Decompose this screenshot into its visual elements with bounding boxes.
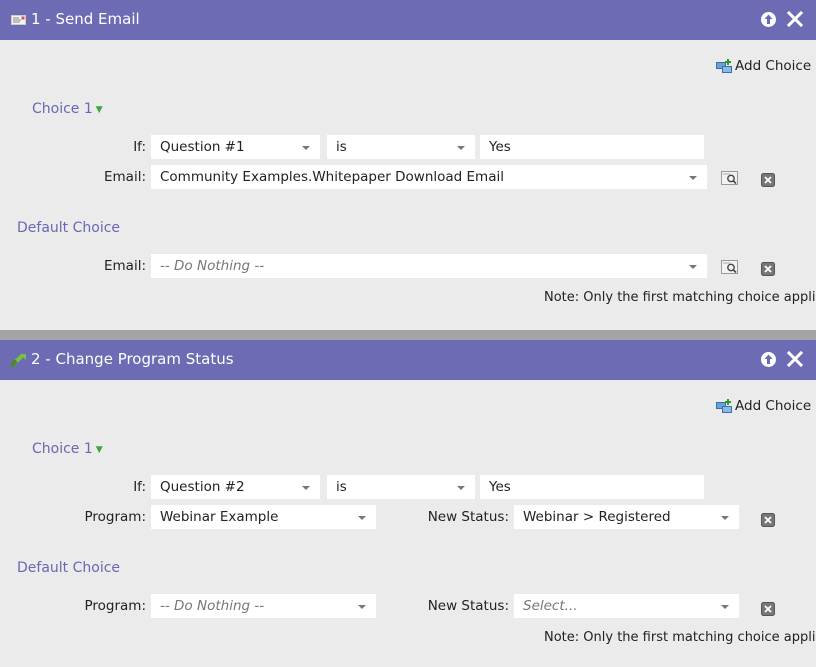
add-choice-button[interactable]: Add Choice [716,58,811,74]
step-title: 1 - Send Email [31,10,140,28]
email-icon [11,15,26,25]
condition-field-value: Question #2 [160,479,245,495]
add-choice-button[interactable]: Add Choice [716,398,811,414]
new-status-label: New Status: [427,598,509,614]
program-select[interactable]: Webinar Example [151,505,376,529]
default-new-status-select[interactable]: Select... [514,594,739,618]
email-value: Community Examples.Whitepaper Download E… [160,169,504,185]
chevron-down-icon [302,146,310,150]
choice-label: Choice 1 [32,101,93,117]
new-status-label: New Status: [427,509,509,525]
choice-label: Choice 1 [32,441,93,457]
default-program-select[interactable]: -- Do Nothing -- [151,594,376,618]
choice-1-toggle[interactable]: Choice 1 ▼ [32,101,103,117]
condition-value-input[interactable]: Yes [480,135,704,159]
arrow-up-icon[interactable] [760,11,777,28]
step-divider [0,330,816,340]
delete-icon[interactable] [761,513,775,527]
triangle-down-icon: ▼ [95,445,103,455]
operator-value: is [336,479,347,495]
default-email-value: -- Do Nothing -- [160,258,265,274]
chevron-down-icon [302,486,310,490]
delete-icon[interactable] [761,262,775,276]
chevron-down-icon [457,486,465,490]
add-choice-label: Add Choice [735,58,812,74]
default-choice-label: Default Choice [17,560,121,576]
first-match-note: Note: Only the first matching choice app… [544,630,816,645]
default-choice-label: Default Choice [17,220,121,236]
program-value: Webinar Example [160,509,279,525]
delete-icon[interactable] [761,602,775,616]
preview-icon[interactable] [721,260,739,275]
preview-icon[interactable] [721,171,739,186]
choice-1-toggle[interactable]: Choice 1 ▼ [32,441,103,457]
delete-icon[interactable] [761,173,775,187]
triangle-down-icon: ▼ [95,105,103,115]
if-label: If: [133,139,146,155]
arrow-up-icon[interactable] [760,351,777,368]
if-label: If: [133,479,146,495]
operator-select[interactable]: is [327,475,475,499]
default-new-status-value: Select... [523,598,578,614]
email-label: Email: [103,258,146,274]
chevron-down-icon [457,146,465,150]
program-status-icon [11,354,26,367]
chevron-down-icon [358,516,366,520]
chevron-down-icon [721,516,729,520]
add-choice-label: Add Choice [735,398,812,414]
first-match-note: Note: Only the first matching choice app… [544,290,816,305]
condition-field-select[interactable]: Question #1 [151,135,320,159]
condition-value-input[interactable]: Yes [480,475,704,499]
chevron-down-icon [689,176,697,180]
add-choice-icon [716,399,732,413]
default-program-value: -- Do Nothing -- [160,598,265,614]
condition-field-value: Question #1 [160,139,245,155]
close-icon[interactable] [787,351,803,367]
chevron-down-icon [721,605,729,609]
operator-value: is [336,139,347,155]
email-label: Email: [103,169,146,185]
email-select[interactable]: Community Examples.Whitepaper Download E… [151,165,707,189]
condition-field-select[interactable]: Question #2 [151,475,320,499]
chevron-down-icon [358,605,366,609]
close-icon[interactable] [787,11,803,27]
operator-select[interactable]: is [327,135,475,159]
step-1-header: 1 - Send Email [0,0,816,40]
program-label: Program: [84,509,146,525]
add-choice-icon [716,59,732,73]
step-title: 2 - Change Program Status [31,350,234,368]
chevron-down-icon [689,265,697,269]
default-email-select[interactable]: -- Do Nothing -- [151,254,707,278]
new-status-select[interactable]: Webinar > Registered [514,505,739,529]
new-status-value: Webinar > Registered [523,509,671,525]
step-2-header: 2 - Change Program Status [0,340,816,380]
program-label: Program: [84,598,146,614]
